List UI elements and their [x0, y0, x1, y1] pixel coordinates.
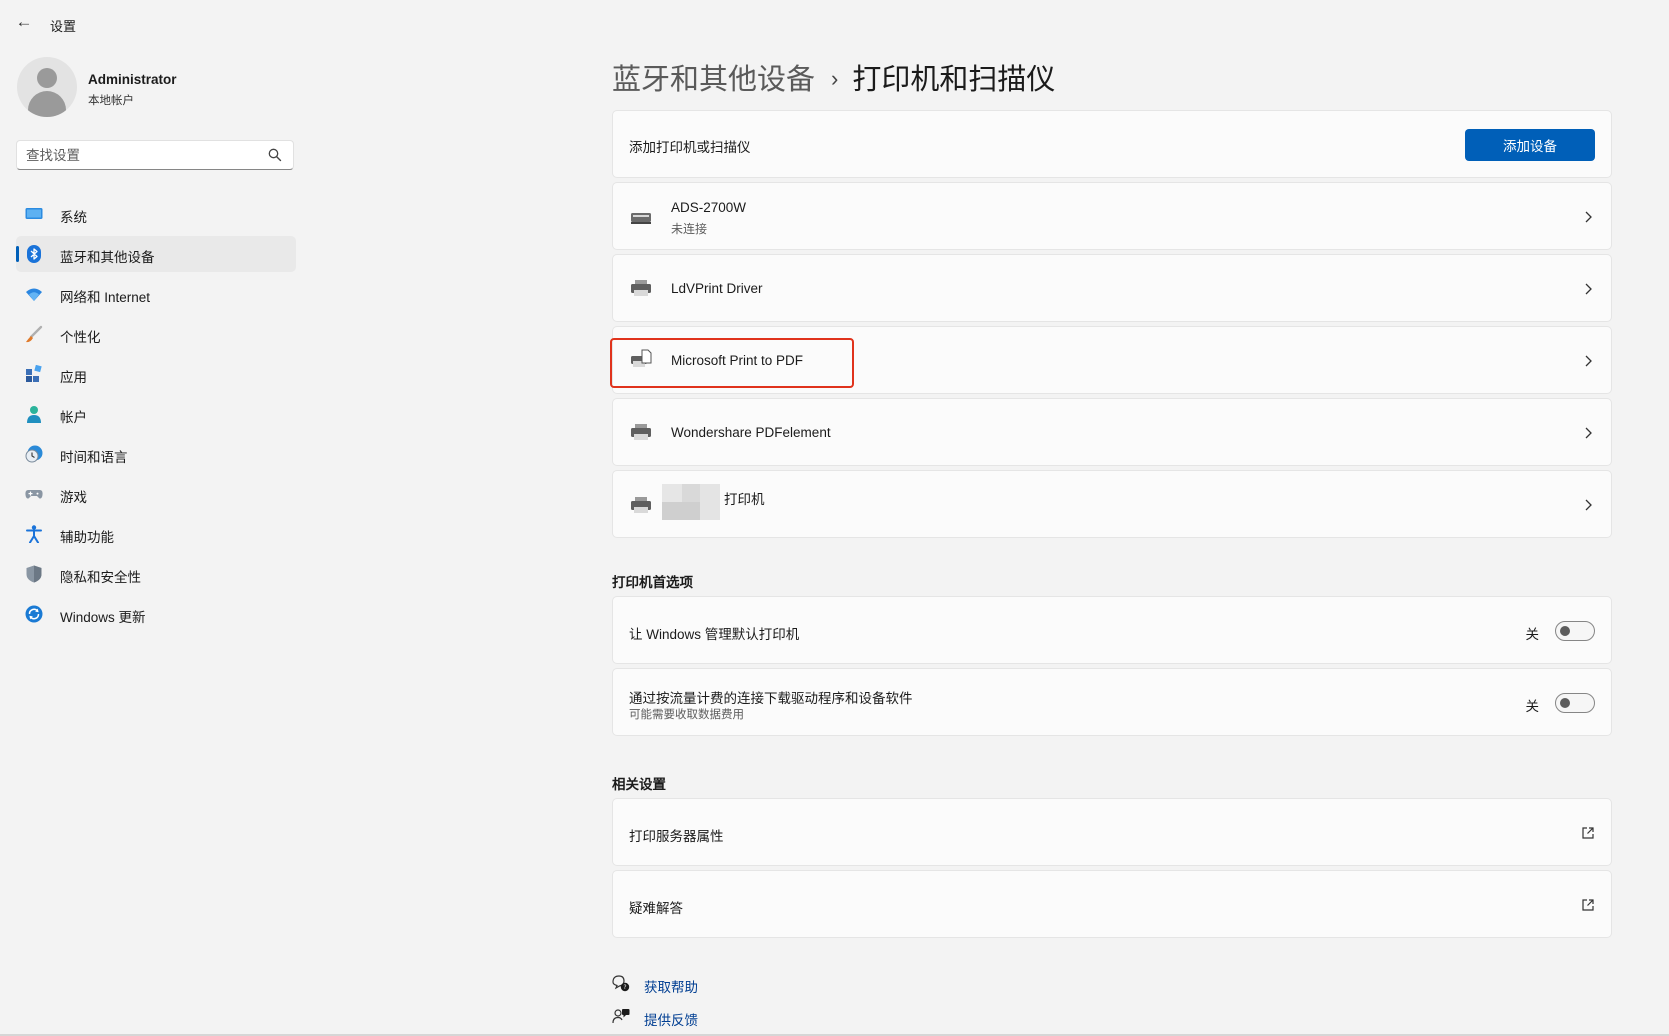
sidebar-item-label: 系统 — [60, 210, 87, 225]
related-troubleshoot[interactable]: 疑难解答 — [612, 870, 1612, 938]
add-device-button[interactable]: 添加设备 — [1465, 129, 1595, 161]
sidebar-item-system[interactable]: 系统 — [16, 196, 296, 232]
gamepad-icon — [25, 490, 43, 499]
pref-manage-default-printer: 让 Windows 管理默认打印机 关 — [612, 596, 1612, 664]
bluetooth-icon — [27, 245, 41, 263]
brush-icon — [26, 325, 43, 343]
pref-label: 通过按流量计费的连接下载驱动程序和设备软件 — [629, 691, 913, 706]
sidebar-item-label: 个性化 — [60, 330, 101, 345]
app-title: 设置 — [50, 19, 77, 34]
update-icon — [25, 605, 43, 623]
chevron-right-icon — [1585, 211, 1592, 223]
sidebar-item-label: 辅助功能 — [60, 530, 114, 545]
user-profile[interactable]: Administrator 本地帐户 — [17, 57, 287, 121]
sidebar-item-windows-update[interactable]: Windows 更新 — [16, 596, 296, 632]
search-input[interactable] — [17, 141, 266, 169]
breadcrumb-separator: › — [831, 66, 839, 91]
sidebar-item-accounts[interactable]: 帐户 — [16, 396, 296, 432]
device-row-ldvprint[interactable]: LdVPrint Driver — [612, 254, 1612, 322]
printer-icon — [631, 497, 651, 513]
sidebar-item-label: 帐户 — [60, 410, 87, 425]
give-feedback-label[interactable]: 提供反馈 — [644, 1009, 698, 1029]
sidebar-item-personalization[interactable]: 个性化 — [16, 316, 296, 352]
pref-sublabel: 可能需要收取数据费用 — [629, 709, 744, 721]
chevron-right-icon — [1585, 427, 1592, 439]
globe-clock-icon — [25, 445, 43, 463]
sidebar-item-bluetooth[interactable]: 蓝牙和其他设备 — [16, 236, 296, 272]
profile-account-type: 本地帐户 — [88, 95, 134, 107]
external-link-icon — [1582, 899, 1594, 911]
breadcrumb: 蓝牙和其他设备 › 打印机和扫描仪 — [612, 56, 1055, 96]
toggle-state-label: 关 — [1525, 699, 1540, 714]
shield-icon — [26, 565, 42, 583]
sidebar-item-gaming[interactable]: 游戏 — [16, 476, 296, 512]
sidebar-item-label: 时间和语言 — [60, 450, 128, 465]
toggle-group: 关 — [1505, 621, 1595, 643]
breadcrumb-parent[interactable]: 蓝牙和其他设备 — [612, 64, 815, 96]
sidebar-item-label: 蓝牙和其他设备 — [60, 250, 155, 265]
feedback-icon — [612, 1009, 630, 1024]
title-bar: ← 设置 — [0, 0, 1669, 46]
device-row-wondershare-pdfelement[interactable]: Wondershare PDFelement — [612, 398, 1612, 466]
pref-label: 让 Windows 管理默认打印机 — [629, 627, 800, 642]
sidebar-item-apps[interactable]: 应用 — [16, 356, 296, 392]
device-row-ads-2700w[interactable]: ADS-2700W 未连接 — [612, 182, 1612, 250]
person-icon — [27, 406, 41, 423]
apps-icon — [26, 365, 42, 382]
search-icon[interactable] — [267, 147, 283, 163]
device-row-microsoft-print-to-pdf[interactable]: Microsoft Print to PDF — [612, 326, 1612, 394]
sidebar-item-label: Windows 更新 — [60, 610, 146, 625]
related-label: 疑难解答 — [629, 901, 683, 916]
back-arrow-icon[interactable]: ← — [14, 12, 34, 32]
sidebar-item-label: 应用 — [60, 370, 87, 385]
device-row-printer[interactable]: 打印机 — [612, 470, 1612, 538]
device-name: ADS-2700W — [671, 200, 747, 215]
related-print-server-properties[interactable]: 打印服务器属性 — [612, 798, 1612, 866]
sidebar: Administrator 本地帐户 系统 蓝牙和其他设备 — [0, 46, 300, 1036]
svg-text:?: ? — [623, 984, 626, 991]
metered-download-toggle[interactable] — [1555, 693, 1595, 713]
redaction-block — [662, 484, 720, 520]
manage-default-printer-toggle[interactable] — [1555, 621, 1595, 641]
chevron-right-icon — [1585, 499, 1592, 511]
related-label: 打印服务器属性 — [629, 829, 724, 844]
printer-icon — [631, 424, 651, 440]
sidebar-item-network[interactable]: 网络和 Internet — [16, 276, 296, 312]
profile-name: Administrator — [88, 72, 177, 87]
sidebar-item-privacy[interactable]: 隐私和安全性 — [16, 556, 296, 592]
chevron-right-icon — [1585, 355, 1592, 367]
add-printer-card: 添加打印机或扫描仪 添加设备 — [612, 110, 1612, 178]
pref-metered-connection-download: 通过按流量计费的连接下载驱动程序和设备软件 可能需要收取数据费用 关 — [612, 668, 1612, 736]
sidebar-item-label: 游戏 — [60, 490, 87, 505]
sidebar-item-time-language[interactable]: 时间和语言 — [16, 436, 296, 472]
device-status: 未连接 — [671, 222, 708, 236]
section-title-printer-preferences: 打印机首选项 — [612, 575, 693, 590]
monitor-icon — [25, 208, 43, 219]
get-help-label[interactable]: 获取帮助 — [644, 976, 698, 996]
toggle-state-label: 关 — [1525, 627, 1540, 642]
device-name: 打印机 — [724, 492, 765, 507]
toggle-group: 关 — [1505, 693, 1595, 715]
search-box[interactable] — [16, 140, 294, 170]
avatar — [17, 57, 77, 117]
sidebar-item-accessibility[interactable]: 辅助功能 — [16, 516, 296, 552]
wifi-icon — [26, 288, 42, 301]
device-name: LdVPrint Driver — [671, 281, 763, 296]
sidebar-item-label: 网络和 Internet — [60, 290, 151, 305]
page-title: 打印机和扫描仪 — [852, 64, 1056, 96]
sidebar-nav: 系统 蓝牙和其他设备 网络和 Internet 个性化 应用 帐户 时间和语言 … — [16, 196, 296, 636]
printer-icon — [631, 280, 651, 296]
section-title-related-settings: 相关设置 — [612, 777, 666, 792]
accessibility-icon — [26, 525, 42, 543]
external-link-icon — [1582, 827, 1594, 839]
add-printer-label: 添加打印机或扫描仪 — [629, 140, 751, 155]
active-indicator — [16, 246, 19, 262]
help-chat-icon: ? — [612, 975, 630, 992]
printer-pdf-icon — [631, 349, 652, 367]
chevron-right-icon — [1585, 283, 1592, 295]
sidebar-item-label: 隐私和安全性 — [60, 570, 141, 585]
device-name: Wondershare PDFelement — [671, 425, 831, 440]
device-name: Microsoft Print to PDF — [671, 353, 804, 368]
scanner-icon — [631, 213, 651, 224]
